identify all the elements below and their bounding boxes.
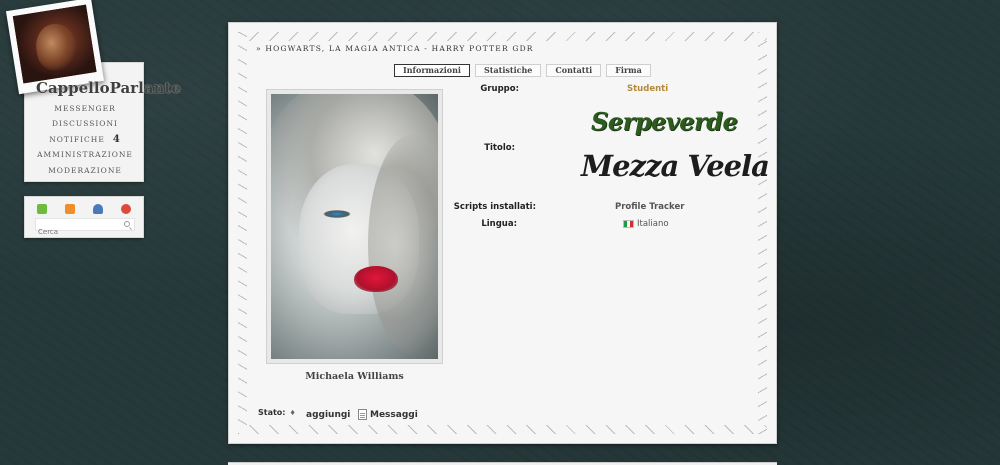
search-box [35, 218, 135, 238]
menu-messenger[interactable]: MESSENGER [25, 101, 145, 116]
tab-firma[interactable]: Firma [606, 64, 651, 77]
messages-link[interactable]: Messaggi [358, 409, 418, 420]
user-icon[interactable] [93, 204, 103, 214]
tool-icons [37, 204, 131, 214]
edit-icon[interactable] [37, 204, 47, 214]
character-name: Michaela Williams [305, 371, 404, 382]
status-dropdown-icon[interactable]: ♦ [290, 409, 296, 417]
notification-count: 4 [112, 133, 121, 145]
italy-flag-icon [623, 219, 634, 228]
breadcrumb[interactable]: » HOGWARTS, LA MAGIA ANTICA - HARRY POTT… [256, 44, 534, 53]
house-badge: Serpeverde [591, 107, 738, 136]
user-menu: MESSENGER DISCUSSIONI NOTIFICHE 4 AMMINIS… [25, 101, 145, 178]
tools-panel [24, 196, 144, 238]
menu-moderazione[interactable]: MODERAZIONE [25, 163, 145, 178]
tab-contatti[interactable]: Contatti [546, 64, 602, 77]
username[interactable]: CappelloParlante [36, 79, 181, 97]
status-label: Stato: ♦ [258, 408, 296, 417]
language-label: Lingua: [481, 219, 517, 229]
title-label: Titolo: [484, 143, 515, 153]
profile-tabs: Informazioni Statistiche Contatti Firma [394, 64, 651, 77]
profile-panel: » HOGWARTS, LA MAGIA ANTICA - HARRY POTT… [228, 22, 777, 444]
add-status-link[interactable]: aggiungi [306, 410, 350, 420]
menu-amministrazione[interactable]: AMMINISTRAZIONE [25, 147, 145, 162]
tab-informazioni[interactable]: Informazioni [394, 64, 470, 77]
menu-notifiche[interactable]: NOTIFICHE 4 [25, 132, 145, 147]
menu-discussioni[interactable]: DISCUSSIONI [25, 116, 145, 131]
rss-icon[interactable] [65, 204, 75, 214]
group-value[interactable]: Studenti [627, 84, 668, 94]
tab-statistiche[interactable]: Statistiche [474, 64, 542, 77]
document-icon [358, 409, 367, 420]
scripts-value[interactable]: Profile Tracker [615, 202, 684, 212]
logout-icon[interactable] [121, 204, 131, 214]
group-label: Gruppo: [480, 84, 519, 94]
language-value: Italiano [623, 219, 669, 229]
search-input[interactable] [36, 226, 118, 238]
title-value: Mezza Veela [581, 149, 770, 183]
scripts-label: Scripts installati: [453, 202, 536, 212]
avatar-image [12, 4, 97, 84]
search-icon[interactable] [124, 221, 130, 227]
